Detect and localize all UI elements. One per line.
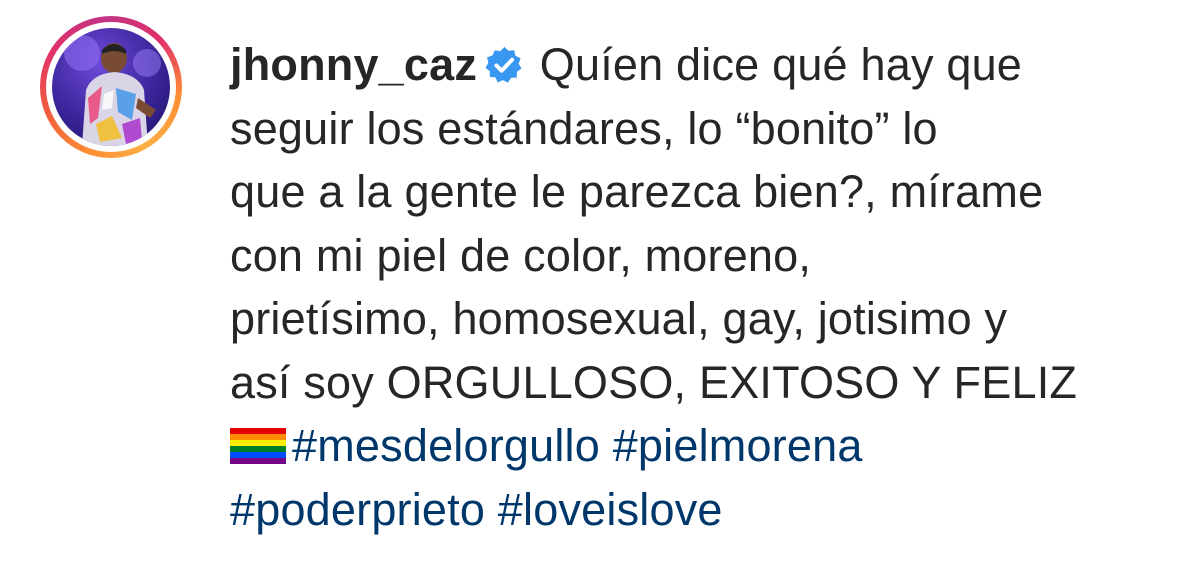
avatar-gap: [46, 22, 176, 152]
hashtag-link[interactable]: #mesdelorgullo: [292, 420, 600, 471]
rainbow-flag-icon: [230, 428, 286, 464]
avatar[interactable]: [52, 28, 170, 146]
caption-line-5: prietísimo, homosexual, gay, jotisimo y: [230, 293, 1008, 344]
caption-line-3: que a la gente le parezca bien?, mírame: [230, 166, 1044, 217]
caption-line-1: Quíen dice qué hay que: [539, 39, 1023, 90]
hashtag-link[interactable]: #poderprieto: [230, 484, 485, 535]
hashtag-link[interactable]: #loveislove: [498, 484, 723, 535]
caption-line-2: seguir los estándares, lo “bonito” lo: [230, 102, 938, 154]
verified-badge-icon: [485, 46, 522, 83]
profile-avatar-story-ring[interactable]: [40, 16, 182, 158]
post-caption: jhonny_caz Quíen dice qué hay que seguir…: [230, 33, 1180, 541]
username-link[interactable]: jhonny_caz: [230, 39, 477, 90]
caption-line-4: con mi piel de color, moreno,: [230, 229, 812, 281]
caption-line-6: así soy ORGULLOSO, EXITOSO Y FELIZ: [230, 356, 1078, 408]
avatar-photo-icon: [64, 35, 161, 146]
hashtag-link[interactable]: #pielmorena: [613, 420, 863, 471]
instagram-caption-post: jhonny_caz Quíen dice qué hay que seguir…: [0, 0, 1200, 561]
